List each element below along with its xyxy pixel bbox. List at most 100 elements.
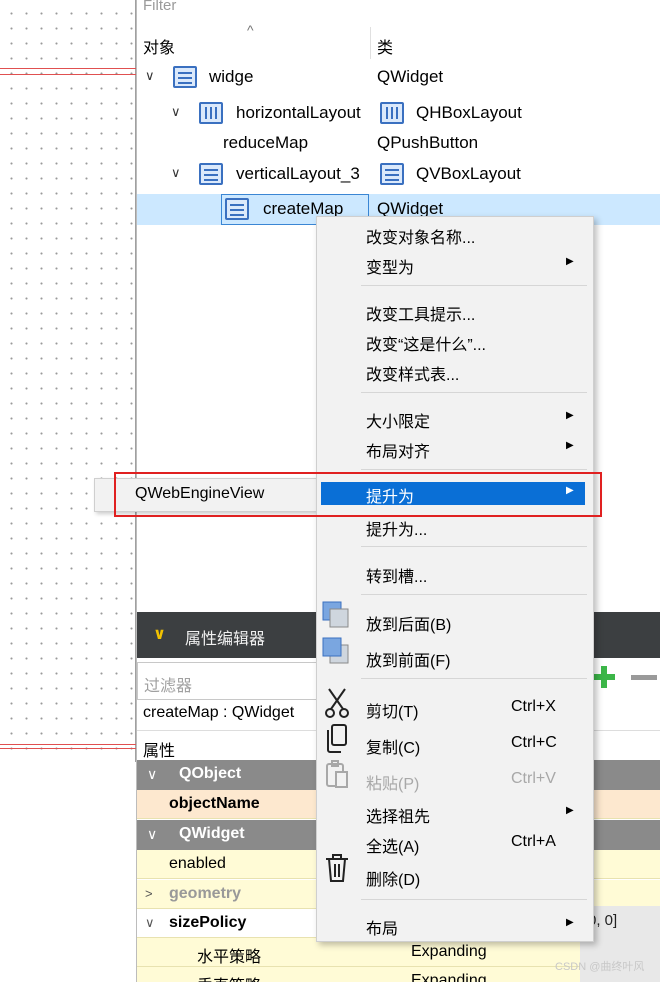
tree-row-class: QVBoxLayout (416, 164, 521, 183)
menu-item-label: 改变样式表... (366, 367, 460, 384)
menu-item-select-ancestor[interactable]: 选择祖先 ▶ (317, 798, 593, 828)
menu-item-label: 变型为 (366, 260, 415, 277)
guide-line (0, 744, 136, 745)
chevron-down-icon[interactable]: ∨ (145, 68, 155, 84)
menu-item-tooltip[interactable]: 改变工具提示... (317, 296, 593, 326)
trash-icon (326, 854, 348, 882)
menu-item-label: 布局 (366, 921, 399, 938)
chevron-right-icon[interactable]: > (145, 886, 153, 901)
copy-icon (327, 724, 347, 753)
property-label: 垂直策略 (197, 972, 261, 982)
property-label: geometry (169, 885, 242, 902)
guide-line (0, 748, 136, 749)
remove-property-icon[interactable] (631, 675, 657, 680)
context-menu: 改变对象名称... 变型为 ▶ 改变工具提示... 改变“这是什么”... 改变样… (316, 216, 594, 942)
menu-item-layout-alignment[interactable]: 布局对齐 ▶ (317, 433, 593, 463)
menu-item-morph[interactable]: 变型为 ▶ (317, 249, 593, 279)
menu-separator (361, 899, 587, 900)
menu-item-copy[interactable]: 复制(C) Ctrl+C (317, 724, 593, 759)
property-column-header[interactable]: 属性 (143, 737, 175, 761)
column-header-class[interactable]: 类 (377, 34, 393, 58)
tree-row-widge[interactable]: ∨ widge QWidget (137, 62, 660, 93)
menu-separator (361, 678, 587, 679)
menu-item-label: 提升为... (366, 522, 428, 539)
menu-item-shortcut: Ctrl+C (511, 734, 557, 751)
chevron-down-icon[interactable]: ∨ (171, 104, 181, 120)
menu-item-label: 放到前面(F) (366, 653, 451, 670)
form-canvas[interactable] (0, 0, 136, 762)
menu-item-label: 删除(D) (366, 872, 421, 889)
menu-item-label: 放到后面(B) (366, 617, 452, 634)
horizontal-layout-icon (199, 102, 223, 124)
menu-item-cut[interactable]: 剪切(T) Ctrl+X (317, 688, 593, 723)
chevron-down-icon[interactable]: ∨ (171, 165, 181, 181)
add-property-icon[interactable] (593, 666, 615, 688)
menu-item-label: 布局对齐 (366, 444, 431, 461)
submenu-arrow-icon: ▶ (566, 917, 574, 928)
tree-row-reducemap[interactable]: reduceMap QPushButton (137, 128, 660, 159)
property-label: 水平策略 (197, 949, 262, 966)
tree-row-class: QHBoxLayout (416, 103, 522, 122)
menu-separator (361, 285, 587, 286)
menu-separator (361, 392, 587, 393)
submenu-arrow-icon: ▶ (566, 805, 574, 816)
property-value[interactable]: Expanding (411, 972, 487, 982)
menu-item-label: 改变“这是什么”... (366, 337, 486, 354)
tree-row-horizontallayout[interactable]: ∨ horizontalLayout QHBoxLayout (137, 98, 660, 129)
submenu-arrow-icon: ▶ (566, 256, 574, 267)
column-divider (370, 27, 371, 59)
chevron-down-icon[interactable]: ∨ (147, 826, 157, 843)
horizontal-layout-icon (380, 102, 404, 124)
menu-item-stylesheet[interactable]: 改变样式表... (317, 356, 593, 386)
tree-row-name: widge (209, 67, 254, 86)
menu-item-label: 改变工具提示... (366, 307, 476, 324)
tree-row-name: reduceMap (223, 133, 309, 152)
vertical-layout-icon (380, 163, 404, 185)
object-filter-input[interactable]: Filter (143, 0, 176, 14)
menu-item-label: 全选(A) (366, 839, 420, 856)
menu-item-select-all[interactable]: 全选(A) Ctrl+A (317, 828, 593, 858)
menu-item-paste[interactable]: 粘贴(P) Ctrl+V (317, 760, 593, 795)
guide-line (0, 74, 136, 75)
menu-item-size-constraints[interactable]: 大小限定 ▶ (317, 403, 593, 433)
tree-row-verticallayout-3[interactable]: ∨ verticalLayout_3 QVBoxLayout (137, 159, 660, 190)
filter-placeholder: 过滤器 (144, 678, 193, 695)
property-value[interactable]: Expanding (411, 943, 487, 961)
menu-item-delete[interactable]: 删除(D) (317, 854, 593, 891)
selected-object-label: createMap : QWidget (143, 704, 295, 721)
menu-item-label: 剪切(T) (366, 704, 419, 721)
menu-item-send-to-back[interactable]: 放到后面(B) (317, 601, 593, 636)
sort-caret-icon: ^ (247, 22, 254, 38)
paste-icon (326, 760, 348, 788)
send-to-back-icon (322, 601, 349, 628)
watermark: CSDN @曲终叶风 (555, 961, 645, 973)
menu-item-label: 粘贴(P) (366, 776, 420, 793)
highlight-annotation (114, 472, 602, 517)
tree-row-name: horizontalLayout (236, 103, 361, 122)
menu-item-go-to-slot[interactable]: 转到槽... (317, 558, 593, 588)
menu-item-bring-to-front[interactable]: 放到前面(F) (317, 637, 593, 672)
property-editor-title: 属性编辑器 (185, 631, 266, 648)
chevron-down-icon[interactable]: ∨ (153, 624, 166, 644)
menu-item-label: 选择祖先 (366, 809, 431, 826)
menu-item-label: 复制(C) (366, 740, 421, 757)
menu-item-rename[interactable]: 改变对象名称... (317, 219, 593, 249)
guide-line (0, 68, 136, 69)
vertical-layout-icon (225, 198, 249, 220)
menu-item-layout[interactable]: 布局 ▶ (317, 910, 593, 940)
menu-separator (361, 594, 587, 595)
tree-row-class: QWidget (377, 67, 444, 86)
menu-item-whats-this[interactable]: 改变“这是什么”... (317, 326, 593, 356)
group-label: QWidget (179, 825, 245, 842)
group-label: QObject (179, 765, 242, 782)
menu-separator (361, 546, 587, 547)
chevron-down-icon[interactable]: ∨ (145, 915, 155, 931)
column-header-object[interactable]: 对象 (143, 34, 175, 58)
vertical-layout-icon (173, 66, 197, 88)
menu-item-shortcut: Ctrl+X (511, 698, 556, 715)
submenu-arrow-icon: ▶ (566, 440, 574, 451)
submenu-arrow-icon: ▶ (566, 410, 574, 421)
property-label: sizePolicy (169, 914, 247, 931)
scissors-icon (325, 688, 349, 718)
chevron-down-icon[interactable]: ∨ (147, 766, 157, 783)
